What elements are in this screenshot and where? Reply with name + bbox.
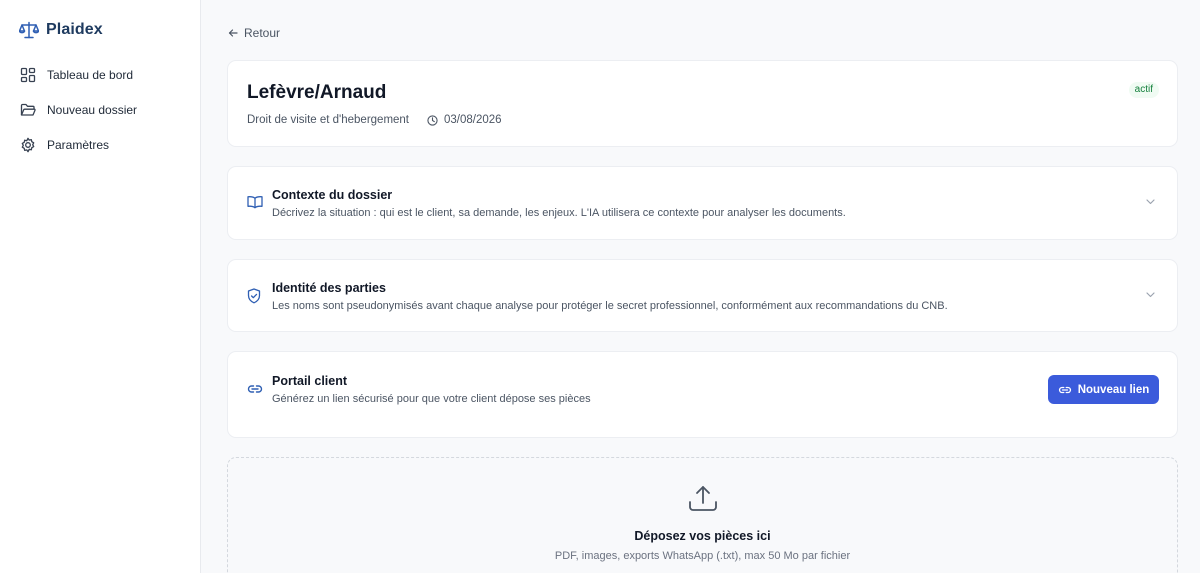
upload-subtitle: PDF, images, exports WhatsApp (.txt), ma… bbox=[554, 550, 851, 562]
context-description: Décrivez la situation : qui est le clien… bbox=[272, 207, 846, 219]
case-title: Lefèvre/Arnaud bbox=[247, 82, 387, 103]
link-icon bbox=[247, 385, 263, 393]
book-open-icon bbox=[247, 196, 263, 209]
arrow-left-icon bbox=[228, 29, 238, 37]
folder-open-icon bbox=[20, 103, 36, 116]
gear-icon bbox=[21, 137, 35, 153]
shield-icon bbox=[247, 288, 261, 304]
sidebar-item-label: Nouveau dossier bbox=[47, 103, 138, 117]
portal-title: Portail client bbox=[272, 374, 348, 388]
sidebar-item-label: Paramètres bbox=[47, 138, 110, 152]
balance-scale-icon bbox=[19, 21, 39, 39]
case-header-card: Lefèvre/Arnaud Droit de visite et d'hebe… bbox=[227, 60, 1178, 147]
case-meta: Droit de visite et d'hebergement 03/08/2… bbox=[247, 113, 502, 127]
upload-icon bbox=[689, 486, 717, 511]
sidebar-item-settings[interactable]: Paramètres bbox=[20, 135, 109, 155]
brand-name: Plaidex bbox=[46, 21, 103, 38]
portal-description: Générez un lien sécurisé pour que votre … bbox=[272, 393, 591, 405]
upload-dropzone[interactable]: Déposez vos pièces ici PDF, images, expo… bbox=[227, 457, 1178, 573]
chevron-down-icon[interactable] bbox=[1146, 199, 1155, 205]
main-content: Retour Lefèvre/Arnaud Droit de visite et… bbox=[201, 0, 1200, 573]
sidebar-item-label: Tableau de bord bbox=[47, 68, 134, 82]
case-type: Droit de visite et d'hebergement bbox=[247, 114, 410, 126]
clock-icon bbox=[427, 114, 438, 126]
back-label: Retour bbox=[244, 26, 281, 40]
sidebar-item-new-case[interactable]: Nouveau dossier bbox=[20, 100, 137, 120]
portal-section: Portail client Générez un lien sécurisé … bbox=[227, 351, 1178, 438]
dashboard-grid-icon bbox=[20, 67, 36, 83]
brand[interactable]: Plaidex bbox=[19, 19, 103, 41]
parties-title: Identité des parties bbox=[272, 281, 386, 295]
case-date: 03/08/2026 bbox=[444, 114, 502, 126]
upload-title: Déposez vos pièces ici bbox=[634, 529, 771, 543]
link-icon bbox=[1058, 386, 1071, 393]
sidebar-item-dashboard[interactable]: Tableau de bord bbox=[20, 65, 133, 85]
sidebar: Plaidex Tableau de bord Nouveau dossier … bbox=[0, 0, 201, 573]
context-title: Contexte du dossier bbox=[272, 188, 393, 202]
new-link-button[interactable]: Nouveau lien bbox=[1048, 375, 1159, 404]
parties-section[interactable]: Identité des parties Les noms sont pseud… bbox=[227, 259, 1178, 332]
back-link[interactable]: Retour bbox=[228, 25, 280, 41]
parties-description: Les noms sont pseudonymisés avant chaque… bbox=[272, 300, 948, 312]
new-link-label: Nouveau lien bbox=[1077, 383, 1150, 396]
context-section[interactable]: Contexte du dossier Décrivez la situatio… bbox=[227, 166, 1178, 240]
status-badge: actif bbox=[1128, 82, 1159, 98]
chevron-down-icon[interactable] bbox=[1146, 292, 1155, 298]
